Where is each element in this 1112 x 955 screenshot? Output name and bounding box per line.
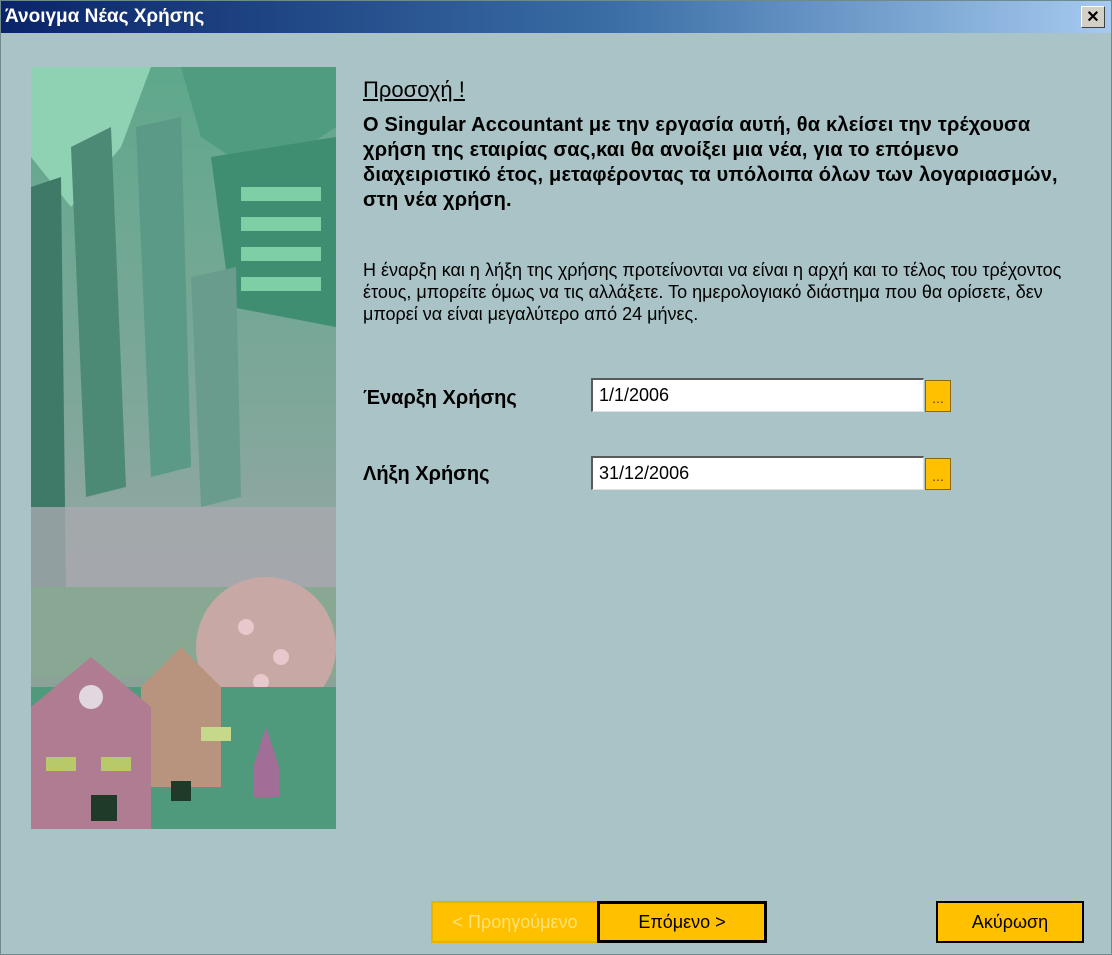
end-date-picker-button[interactable]: ... [925, 458, 951, 490]
back-button[interactable]: < Προηγούμενο [431, 901, 599, 943]
end-date-label: Λήξη Χρήσης [363, 463, 490, 485]
close-button[interactable]: ✕ [1081, 6, 1105, 28]
title-bar[interactable]: Άνοιγμα Νέας Χρήσης ✕ [1, 1, 1111, 33]
start-date-label: Έναρξη Χρήσης [363, 387, 517, 409]
next-button[interactable]: Επόμενο > [597, 901, 767, 943]
warning-title: Προσοχή ! [363, 77, 465, 102]
start-date-input[interactable] [591, 378, 924, 412]
close-icon: ✕ [1086, 9, 1100, 26]
cancel-button[interactable]: Ακύρωση [936, 901, 1084, 943]
warning-message: Ο Singular Accountant με την εργασία αυτ… [363, 114, 1058, 211]
window-title: Άνοιγμα Νέας Χρήσης [5, 6, 205, 27]
start-date-picker-button[interactable]: ... [925, 380, 951, 412]
dialog-window: Άνοιγμα Νέας Χρήσης ✕ Προσοχή ! Ο Singul… [0, 0, 1112, 955]
forest-houses-illustration-icon [31, 67, 336, 829]
end-date-input[interactable] [591, 456, 924, 490]
info-message: Η έναρξη και η λήξη της χρήσης προτείνον… [363, 260, 1062, 324]
side-illustration [31, 67, 336, 829]
